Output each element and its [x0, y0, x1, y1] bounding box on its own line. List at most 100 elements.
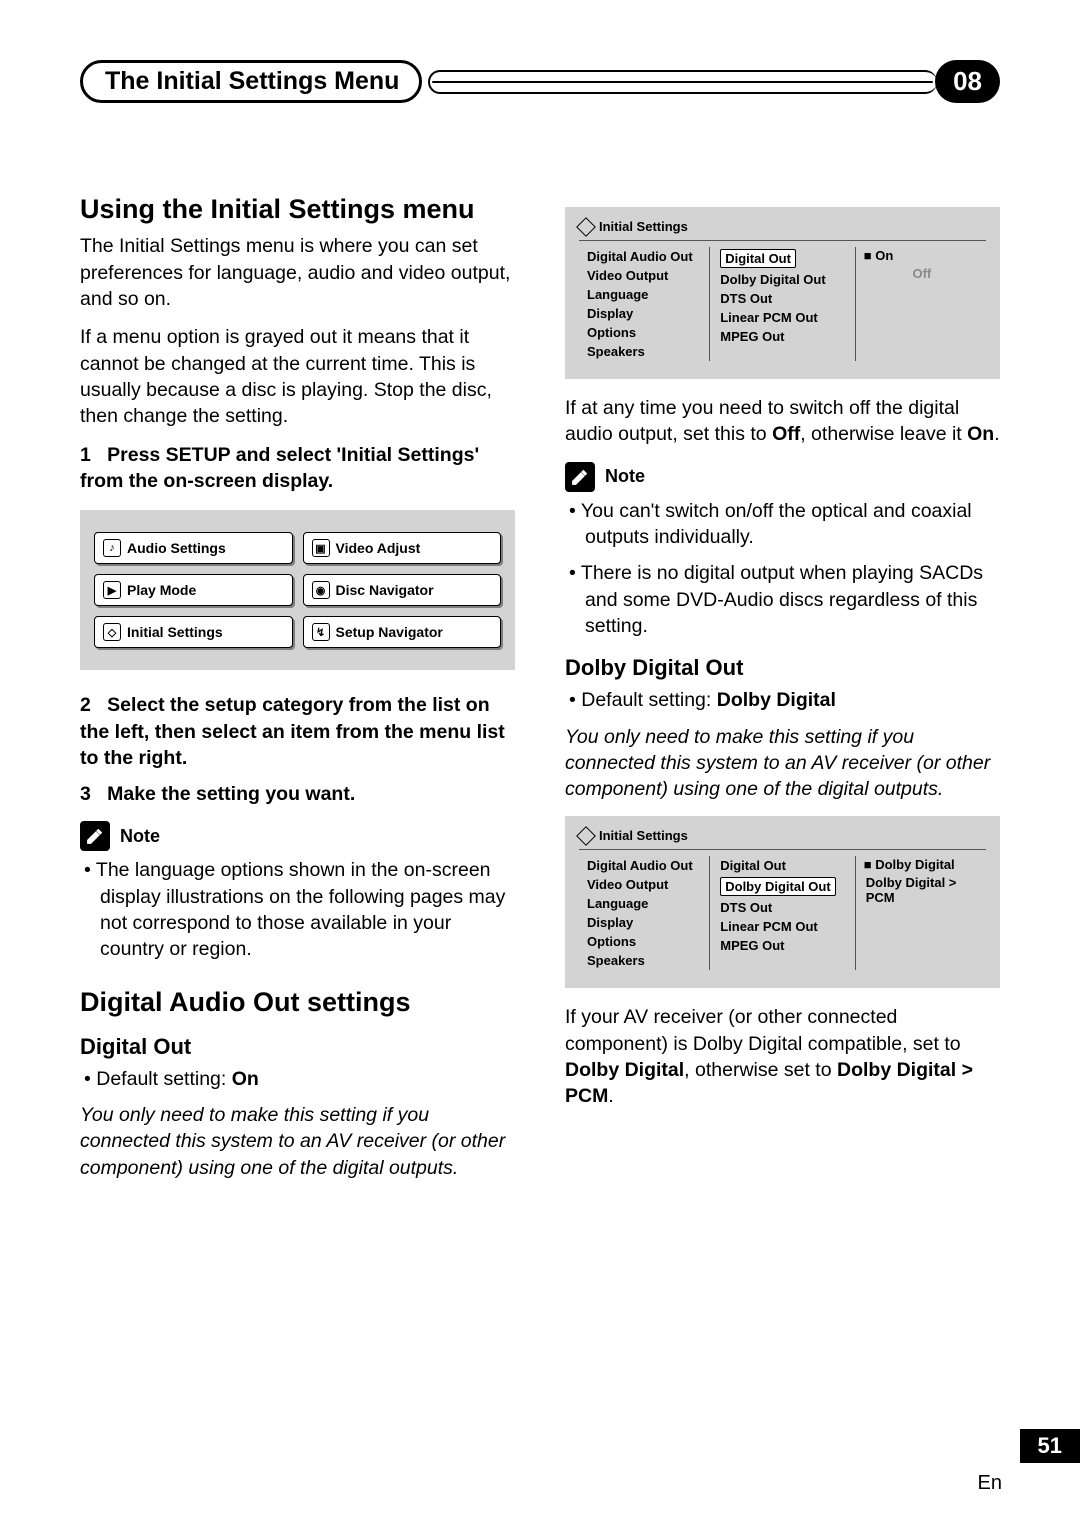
osd-dolby-digital-out: Initial Settings Digital Audio Out Video…: [565, 816, 1000, 988]
osd-cat: Speakers: [585, 951, 703, 970]
osd-item: DTS Out: [718, 898, 847, 917]
bold-on: On: [967, 423, 994, 445]
setup-navigator-icon: ↯: [312, 623, 330, 641]
menu-btn-disc-navigator: ◉Disc Navigator: [303, 574, 502, 606]
default-setting-value: Dolby Digital: [717, 689, 836, 711]
right-column: Initial Settings Digital Audio Out Video…: [565, 193, 1000, 1193]
osd-title: Initial Settings: [579, 219, 986, 234]
default-setting-prefix: Default setting:: [96, 1068, 232, 1090]
osd-cat: Language: [585, 285, 703, 304]
menu-btn-audio-settings: ♪Audio Settings: [94, 532, 293, 564]
play-mode-icon: ▶: [103, 581, 121, 599]
menu-btn-label: Initial Settings: [127, 624, 223, 640]
osd-cat: Display: [585, 304, 703, 323]
osd-option: Off: [864, 264, 980, 283]
osd-cat: Options: [585, 932, 703, 951]
osd-title-text: Initial Settings: [599, 828, 688, 843]
menu-btn-video-adjust: ▣ Video Adjust: [303, 532, 502, 564]
text: If your AV receiver (or other connected …: [565, 1006, 961, 1054]
digital-out-explain: If at any time you need to switch off th…: [565, 395, 1000, 448]
initial-settings-icon: ◇: [103, 623, 121, 641]
menu-btn-play-mode: ▶ Play Mode: [94, 574, 293, 606]
chapter-number-badge: 08: [935, 60, 1000, 103]
bold-off: Off: [772, 423, 800, 445]
osd-cat: Language: [585, 894, 703, 913]
diamond-icon: [576, 217, 596, 237]
osd-cat: Video Output: [585, 266, 703, 285]
menu-btn-setup-navigator: ↯ Setup Navigator: [303, 616, 502, 648]
step-1-number: 1: [80, 444, 91, 466]
step-3: 3 Make the setting you want.: [80, 781, 515, 807]
osd-item: Linear PCM Out: [718, 917, 847, 936]
osd-item-text: Digital Out: [720, 249, 796, 268]
page-language: En: [978, 1472, 1002, 1495]
menu-btn-label: Video Adjust: [336, 540, 421, 556]
video-adjust-icon: ▣: [312, 539, 330, 557]
note-header-right: Note: [565, 462, 1000, 492]
note-label: Note: [605, 466, 645, 487]
section-heading-using-initial-settings: Using the Initial Settings menu: [80, 193, 515, 225]
note-header-left: Note: [80, 821, 515, 851]
osd-cat: Video Output: [585, 875, 703, 894]
osd-item: Linear PCM Out: [718, 308, 847, 327]
text: .: [994, 423, 999, 445]
menu-btn-label: Setup Navigator: [336, 624, 443, 640]
subsection-heading-digital-out: Digital Out: [80, 1034, 515, 1060]
note-bullet-list-right: You can't switch on/off the optical and …: [565, 498, 1000, 640]
setup-menu-illustration: ♪Audio Settings ▣ Video Adjust ▶ Play Mode…: [80, 510, 515, 670]
bold-dolby-digital: Dolby Digital: [565, 1059, 684, 1081]
subsection-heading-dolby-digital-out: Dolby Digital Out: [565, 655, 1000, 681]
osd-option-col: On Off: [856, 247, 986, 361]
osd-title: Initial Settings: [579, 828, 986, 843]
osd-item: DTS Out: [718, 289, 847, 308]
osd-item-selected: Digital Out: [718, 247, 847, 270]
text: .: [608, 1085, 613, 1107]
osd-cat: Digital Audio Out: [585, 856, 703, 875]
osd-digital-out: Initial Settings Digital Audio Out Video…: [565, 207, 1000, 379]
osd-option-selected: On: [864, 247, 980, 264]
page-number-badge: 51: [1020, 1429, 1080, 1463]
osd-cat: Digital Audio Out: [585, 247, 703, 266]
default-setting-prefix: Default setting:: [581, 689, 717, 711]
default-setting-value: On: [232, 1068, 259, 1090]
osd-cat: Options: [585, 323, 703, 342]
note-pencil-icon: [565, 462, 595, 492]
osd-option: Dolby Digital > PCM: [864, 873, 980, 907]
step-1-text: Press SETUP and select 'Initial Settings…: [80, 444, 479, 492]
note-bullet: You can't switch on/off the optical and …: [585, 498, 1000, 551]
osd-category-col: Digital Audio Out Video Output Language …: [579, 856, 709, 970]
note-bullet-list-left: The language options shown in the on-scr…: [80, 857, 515, 962]
text: , otherwise leave it: [800, 423, 967, 445]
osd-item: Digital Out: [718, 856, 847, 875]
menu-btn-label: Disc Navigator: [336, 582, 434, 598]
osd-item: MPEG Out: [718, 936, 847, 955]
default-setting-line: Default setting: Dolby Digital: [585, 687, 1000, 713]
note-bullet: The language options shown in the on-scr…: [100, 857, 515, 962]
osd-item-col: Digital Out Dolby Digital Out DTS Out Li…: [709, 247, 856, 361]
step-2-text: Select the setup category from the list …: [80, 694, 505, 769]
osd-item-selected: Dolby Digital Out: [718, 875, 847, 898]
chapter-title: The Initial Settings Menu: [105, 67, 399, 95]
dolby-explain: If your AV receiver (or other connected …: [565, 1004, 1000, 1109]
step-1: 1 Press SETUP and select 'Initial Settin…: [80, 442, 515, 495]
step-2: 2 Select the setup category from the lis…: [80, 692, 515, 771]
osd-item-col: Digital Out Dolby Digital Out DTS Out Li…: [709, 856, 856, 970]
dolby-italic-note: You only need to make this setting if yo…: [565, 724, 1000, 803]
step-3-number: 3: [80, 783, 91, 805]
osd-cat: Speakers: [585, 342, 703, 361]
osd-item: MPEG Out: [718, 327, 847, 346]
menu-btn-label: Play Mode: [127, 582, 196, 598]
note-label: Note: [120, 826, 160, 847]
page-header: The Initial Settings Menu 08: [80, 60, 1000, 103]
chapter-number: 08: [953, 66, 982, 96]
note-bullet: There is no digital output when playing …: [585, 560, 1000, 639]
step-3-text: Make the setting you want.: [107, 783, 355, 805]
osd-cat: Display: [585, 913, 703, 932]
audio-settings-icon: ♪: [103, 539, 121, 557]
section-heading-digital-audio-out: Digital Audio Out settings: [80, 987, 515, 1018]
osd-item: Dolby Digital Out: [718, 270, 847, 289]
note-pencil-icon: [80, 821, 110, 851]
diamond-icon: [576, 826, 596, 846]
osd-option-col: Dolby Digital Dolby Digital > PCM: [856, 856, 986, 970]
osd-title-text: Initial Settings: [599, 219, 688, 234]
